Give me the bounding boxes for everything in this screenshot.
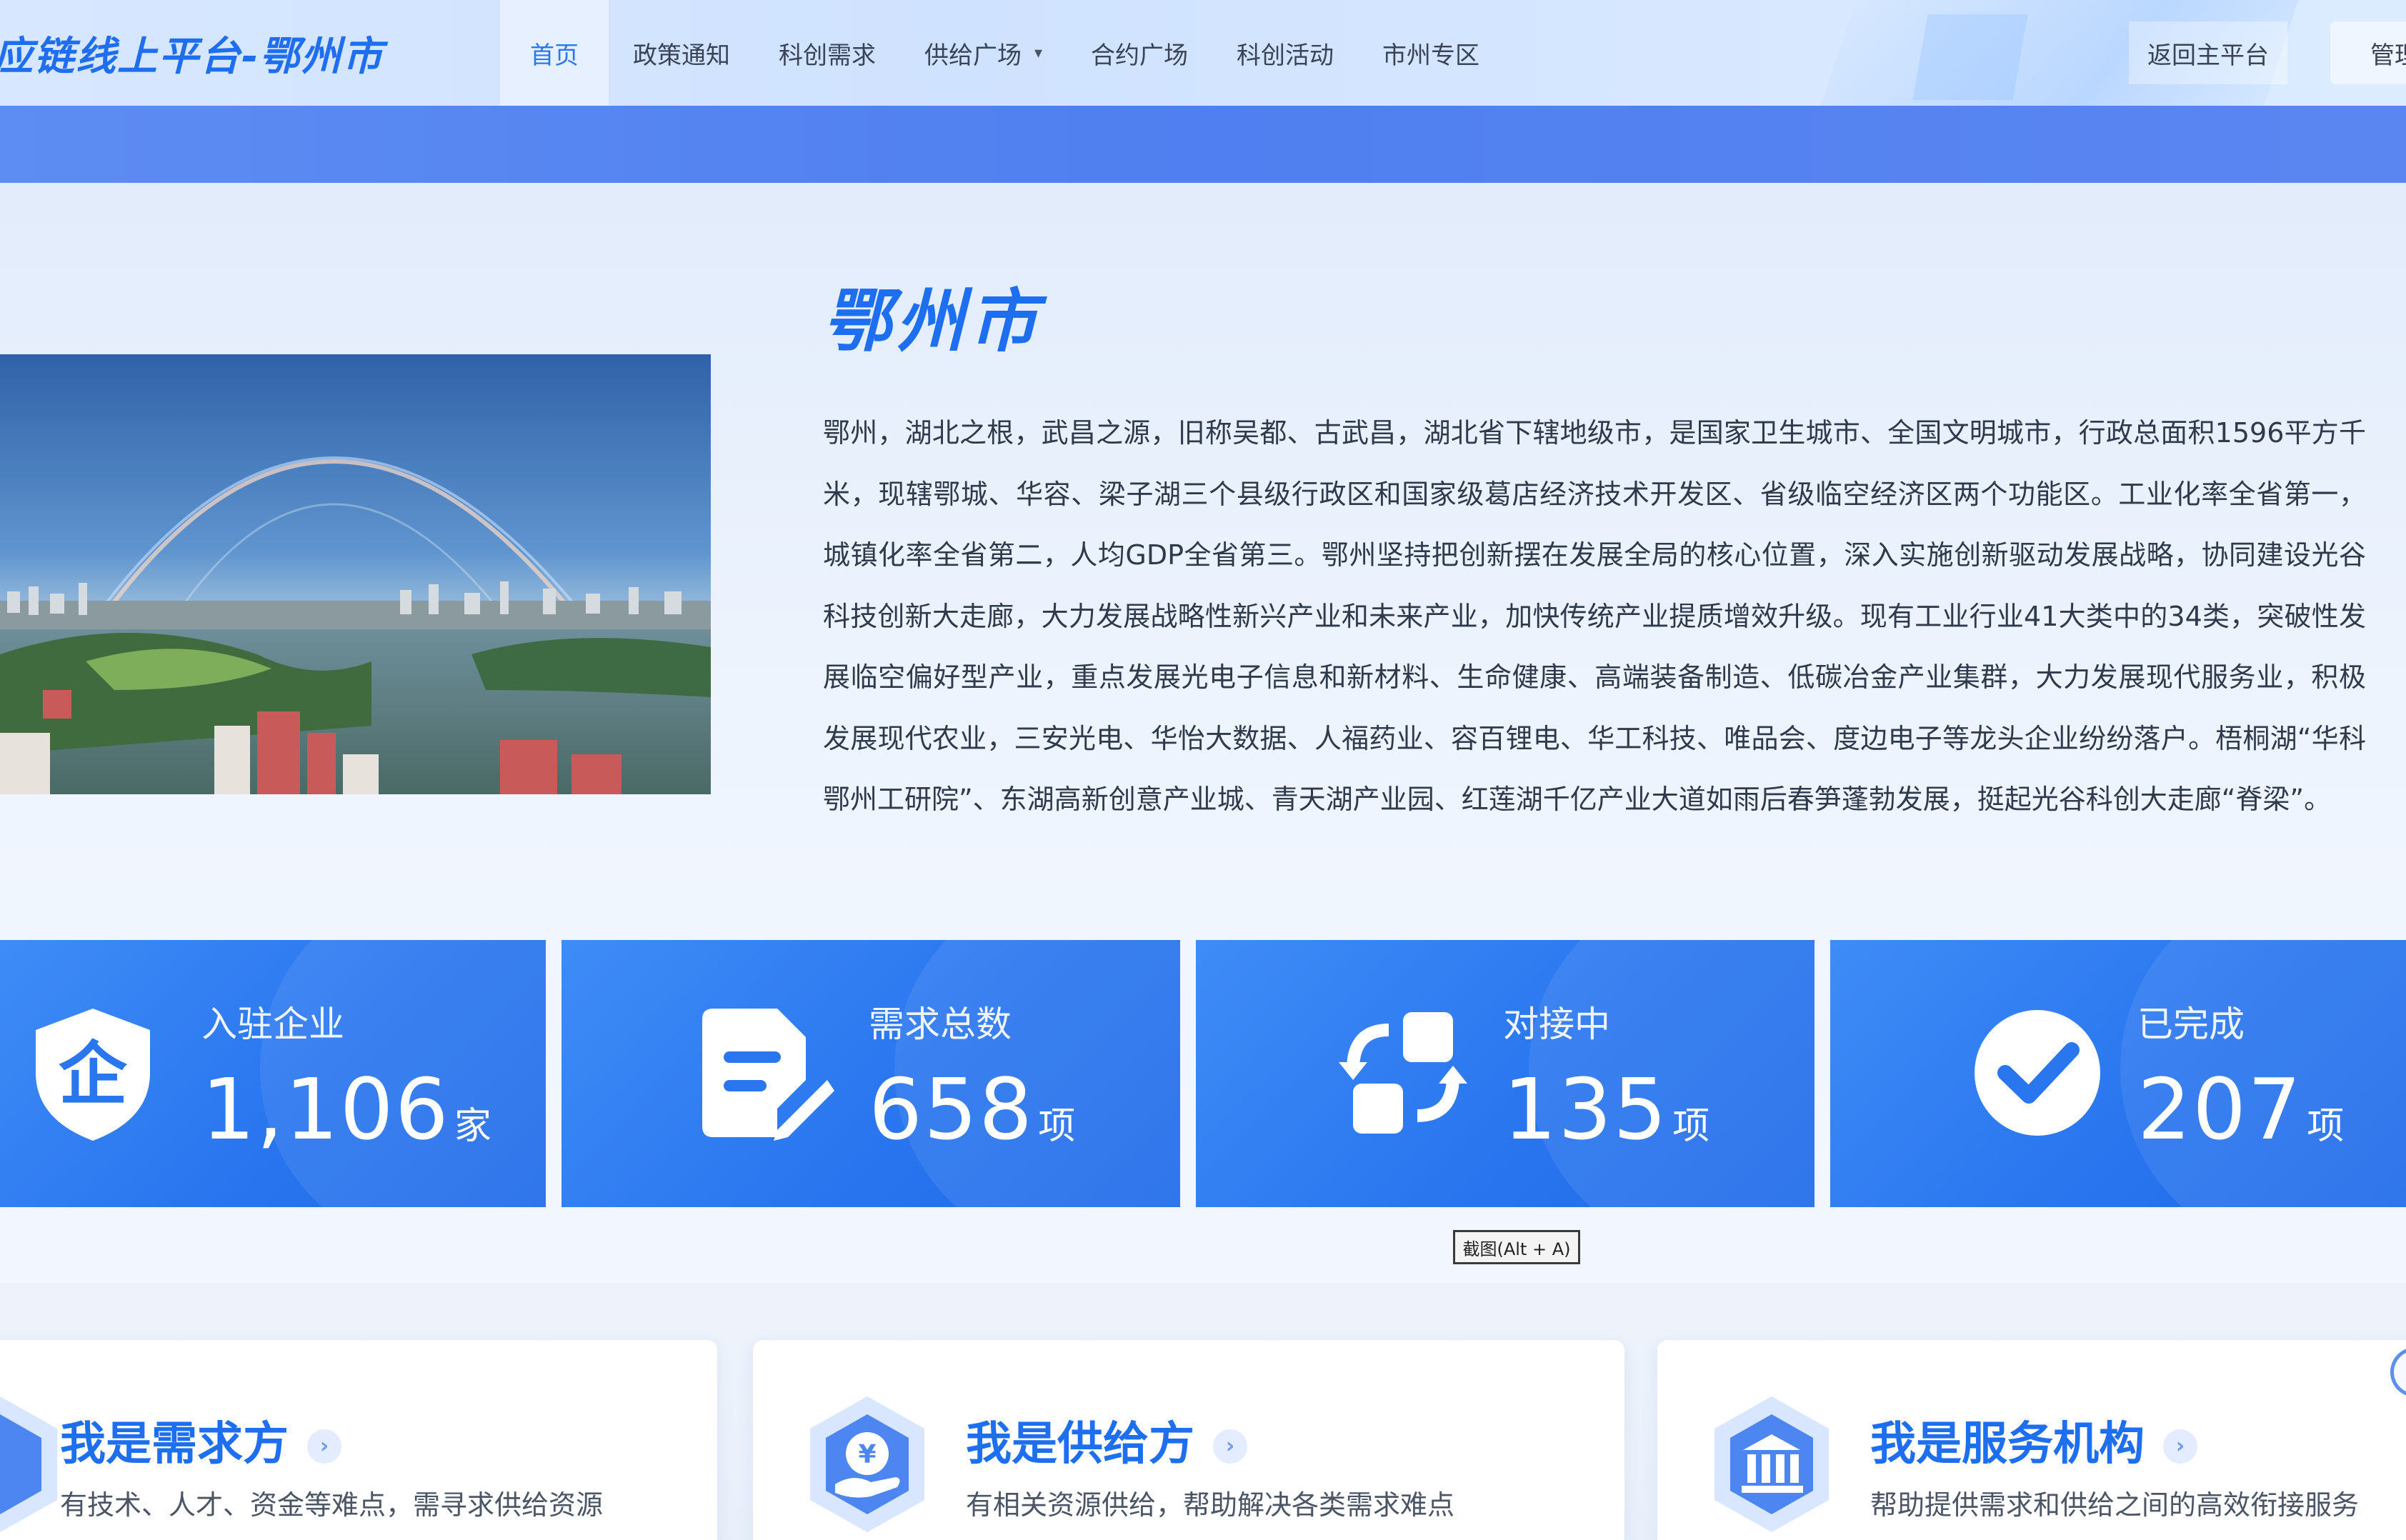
bank-icon xyxy=(1714,1396,1829,1532)
nav-item-activity[interactable]: 科创活动 xyxy=(1212,0,1358,106)
nav-item-home[interactable]: 首页 xyxy=(500,0,609,106)
city-title: 鄂州市 xyxy=(823,281,1042,361)
chevron-right-icon[interactable]: › xyxy=(2163,1429,2197,1464)
city-description: 鄂州，湖北之根，武昌之源，旧称吴都、古武昌，湖北省下辖地级市，是国家卫生城市、全… xyxy=(823,417,2366,815)
exchange-arrows-icon xyxy=(1339,1012,1467,1134)
admin-button[interactable]: 管理 xyxy=(2330,21,2406,84)
main-nav: 首页 政策通知 科创需求 供给广场 ▾ 合约广场 科创活动 市州专区 xyxy=(500,0,1504,106)
nav-item-demand[interactable]: 科创需求 xyxy=(754,0,900,106)
role-title-text: 我是供给方 xyxy=(966,1418,1194,1471)
stat-card-enterprises[interactable]: 企 入驻企业 1,106 家 xyxy=(0,940,546,1207)
role-card-service[interactable]: 我是服务机构 › 帮助提供需求和供给之间的高效衔接服务 xyxy=(1657,1340,2406,1540)
stat-number: 135 xyxy=(1503,1060,1669,1159)
nav-item-policy[interactable]: 政策通知 xyxy=(609,0,754,106)
chevron-right-icon[interactable]: › xyxy=(307,1429,341,1464)
stat-card-demands[interactable]: 需求总数 658 项 xyxy=(561,940,1180,1207)
nav-label: 科创活动 xyxy=(1237,41,1334,70)
stat-value: 207 项 xyxy=(2137,1060,2345,1159)
site-brand[interactable]: 应链线上平台-鄂州市 xyxy=(0,24,384,82)
svg-text:企: 企 xyxy=(59,1034,128,1114)
role-title-text: 我是服务机构 xyxy=(1870,1418,2145,1471)
yuan-hand-icon: ¥ xyxy=(810,1396,924,1532)
stat-card-matching[interactable]: 对接中 135 项 xyxy=(1196,940,1815,1207)
screenshot-tooltip: 截图(Alt + A) xyxy=(1453,1230,1580,1264)
stat-label: 入驻企业 xyxy=(201,1004,344,1045)
role-title: 我是供给方 › xyxy=(966,1407,1247,1473)
stats-row: 企 入驻企业 1,106 家 需求总数 658 项 对接中 135 项 已完成 … xyxy=(0,940,2406,1207)
stat-number: 1,106 xyxy=(201,1060,450,1159)
nav-item-supply[interactable]: 供给广场 ▾ xyxy=(900,0,1067,106)
role-subtitle: 帮助提供需求和供给之间的高效衔接服务 xyxy=(1870,1489,2360,1521)
nav-label: 科创需求 xyxy=(779,41,876,70)
stat-unit: 项 xyxy=(1672,1105,1712,1148)
nav-label: 首页 xyxy=(530,41,579,70)
stat-value: 1,106 家 xyxy=(201,1060,493,1159)
stat-card-completed[interactable]: 已完成 207 项 xyxy=(1830,940,2406,1207)
stat-value: 135 项 xyxy=(1503,1060,1711,1159)
nav-label: 合约广场 xyxy=(1091,41,1189,70)
stat-label: 已完成 xyxy=(2137,1004,2245,1045)
stat-unit: 项 xyxy=(1038,1105,1077,1148)
demand-icon xyxy=(0,1396,57,1532)
role-title: 我是需求方 › xyxy=(60,1407,341,1473)
header-decoration-2 xyxy=(1912,14,2028,100)
stat-value: 658 项 xyxy=(869,1060,1077,1159)
banner-band xyxy=(0,106,2406,183)
nav-item-contract[interactable]: 合约广场 xyxy=(1067,0,1212,106)
nav-item-city-zone[interactable]: 市州专区 xyxy=(1358,0,1504,106)
enterprise-shield-icon: 企 xyxy=(36,1009,150,1141)
stat-number: 658 xyxy=(869,1060,1034,1159)
stat-label: 需求总数 xyxy=(869,1004,1012,1045)
role-subtitle: 有技术、人才、资金等难点，需寻求供给资源 xyxy=(60,1489,604,1521)
city-photo xyxy=(0,354,711,794)
chevron-right-icon[interactable]: › xyxy=(1213,1429,1247,1464)
return-main-platform-button[interactable]: 返回主平台 xyxy=(2129,21,2287,84)
role-card-supply[interactable]: ¥ 我是供给方 › 有相关资源供给，帮助解决各类需求难点 xyxy=(753,1340,1624,1540)
role-subtitle: 有相关资源供给，帮助解决各类需求难点 xyxy=(966,1489,1455,1521)
chevron-down-icon: ▾ xyxy=(1034,44,1043,62)
document-edit-icon xyxy=(702,1009,834,1141)
check-circle-icon xyxy=(1975,1010,2100,1136)
svg-text:¥: ¥ xyxy=(858,1440,876,1469)
stat-unit: 项 xyxy=(2307,1105,2346,1148)
stat-label: 对接中 xyxy=(1503,1004,1610,1045)
nav-label: 供给广场 xyxy=(924,41,1022,70)
top-header: 应链线上平台-鄂州市 首页 政策通知 科创需求 供给广场 ▾ 合约广场 科创活动 … xyxy=(0,0,2406,106)
stat-unit: 家 xyxy=(454,1105,493,1148)
role-title-text: 我是需求方 xyxy=(60,1418,289,1471)
role-card-demand[interactable]: 我是需求方 › 有技术、人才、资金等难点，需寻求供给资源 xyxy=(0,1340,717,1540)
stat-number: 207 xyxy=(2137,1060,2303,1159)
nav-label: 市州专区 xyxy=(1382,41,1480,70)
nav-label: 政策通知 xyxy=(633,41,730,70)
role-title: 我是服务机构 › xyxy=(1870,1407,2197,1473)
